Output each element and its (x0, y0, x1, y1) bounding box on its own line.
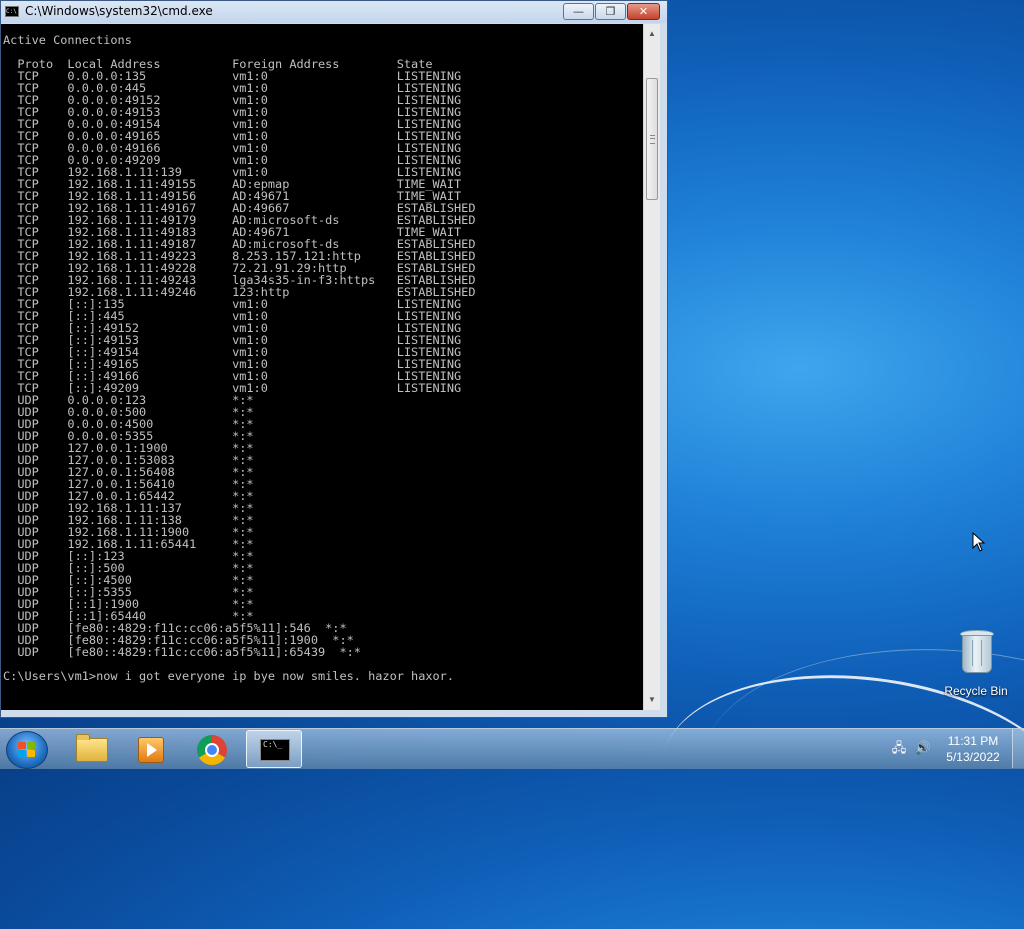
grip-icon (650, 135, 655, 144)
clock-date: 5/13/2022 (946, 750, 1000, 764)
start-button[interactable] (6, 731, 48, 769)
scrollbar-thumb[interactable] (646, 78, 658, 200)
scroll-up-arrow-icon[interactable]: ▲ (644, 26, 660, 42)
clock-time: 11:31 PM (947, 734, 999, 748)
recycle-bin-label: Recycle Bin (944, 684, 1008, 698)
close-button[interactable]: ✕ (627, 3, 660, 20)
console-line: C:\Users\vm1>now i got everyone ip bye n… (3, 669, 455, 683)
folder-icon (76, 734, 108, 762)
scroll-down-arrow-icon[interactable]: ▼ (644, 692, 660, 708)
minimize-button[interactable]: — (563, 3, 594, 20)
cmd-window[interactable]: C:\ C:\Windows\system32\cmd.exe — ❐ ✕ Ac… (0, 0, 668, 718)
cmd-app-icon[interactable]: C:\ (5, 6, 19, 17)
console-line: UDP [fe80::4829:f11c:cc06:a5f5%11]:65439… (3, 645, 361, 659)
maximize-button[interactable]: ❐ (595, 3, 626, 20)
taskbar-explorer-button[interactable] (62, 730, 118, 768)
taskbar-media-player-button[interactable] (122, 730, 178, 768)
network-icon[interactable]: 🖧 (890, 739, 908, 757)
window-title: C:\Windows\system32\cmd.exe (25, 4, 213, 18)
desktop-icon-recycle-bin[interactable]: Recycle Bin (938, 628, 1014, 698)
show-desktop-button[interactable] (1012, 729, 1024, 768)
recycle-bin-icon (959, 628, 994, 673)
mouse-cursor-icon (972, 532, 986, 552)
chrome-icon (197, 735, 227, 765)
console-text: Active Connections Proto Local Address F… (1, 24, 643, 682)
windows-logo-icon (18, 742, 36, 758)
volume-icon[interactable]: 🔊 (914, 739, 932, 757)
console-output[interactable]: Active Connections Proto Local Address F… (1, 24, 643, 710)
media-player-icon (138, 737, 164, 763)
taskbar-chrome-button[interactable] (184, 730, 240, 768)
window-titlebar[interactable]: C:\ C:\Windows\system32\cmd.exe — ❐ ✕ (1, 1, 667, 23)
vertical-scrollbar[interactable]: ▲ ▼ (643, 24, 660, 710)
console-line: Active Connections (3, 33, 132, 47)
taskbar-cmd-button[interactable]: C:\_ (246, 730, 302, 768)
taskbar: C:\_ (0, 728, 1024, 769)
system-clock[interactable]: 11:31 PM 5/13/2022 (940, 733, 1006, 765)
cmd-icon: C:\_ (260, 739, 290, 761)
